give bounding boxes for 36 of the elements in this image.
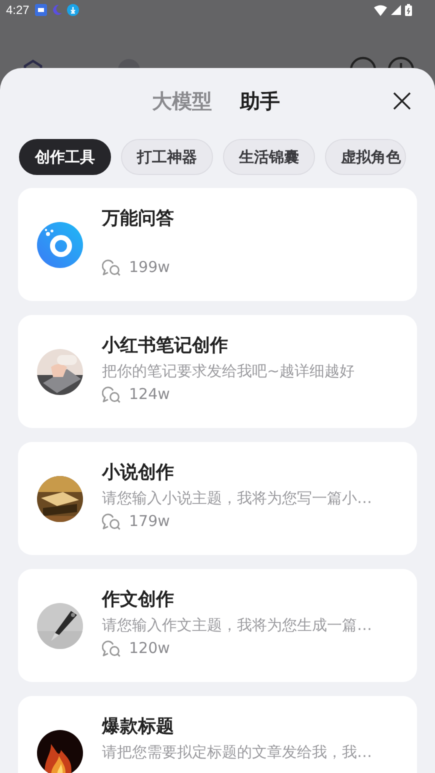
app-icon [35,4,48,16]
assistant-logo-icon [37,222,83,268]
wifi-icon [374,4,387,16]
assistant-card[interactable]: 爆款标题 请把您需要拟定标题的文章发给我，我… [18,696,417,773]
usage-count: 199w [129,258,170,276]
usage-count: 179w [129,512,170,530]
chat-count-icon [102,386,121,402]
assistant-title: 爆款标题 [102,715,175,739]
assistant-card[interactable]: 小红书笔记创作 把你的笔记要求发给我吧~越详细越好 124w [18,315,417,428]
assistant-title: 作文创作 [102,588,175,612]
assistant-description: 请您输入作文主题，我将为您生成一篇… [102,615,372,636]
assistant-title: 小说创作 [102,461,175,485]
close-icon[interactable] [393,92,411,110]
moon-icon [51,4,64,16]
usage-count: 124w [129,385,170,403]
download-icon [67,4,80,16]
category-chip[interactable]: 虚拟角色 [325,139,406,175]
category-chip[interactable]: 生活锦囊 [223,139,315,175]
assistant-title: 小红书笔记创作 [102,334,229,358]
assistant-title: 万能问答 [102,207,174,231]
assistant-description: 请把您需要拟定标题的文章发给我，我… [102,742,372,763]
status-time: 4:27 [6,3,30,17]
assistant-card[interactable]: 小说创作 请您输入小说主题，我将为您写一篇小… 179w [18,442,417,555]
assistant-card[interactable]: 作文创作 请您输入作文主题，我将为您生成一篇… 120w [18,569,417,682]
assistant-description: 把你的笔记要求发给我吧~越详细越好 [102,361,355,382]
battery-icon [405,4,412,16]
chat-count-icon [102,258,121,276]
chat-count-icon [102,640,121,656]
assistant-card[interactable]: 万能问答 199w [18,188,417,301]
signal-icon [391,5,401,15]
assistant-description: 请您输入小说主题，我将为您写一篇小… [102,488,372,509]
tab[interactable]: 助手 [240,88,280,114]
category-chip[interactable]: 创作工具 [19,139,111,175]
chat-count-icon [102,512,121,530]
category-chip[interactable]: 打工神器 [121,139,213,175]
usage-count: 120w [129,639,170,657]
